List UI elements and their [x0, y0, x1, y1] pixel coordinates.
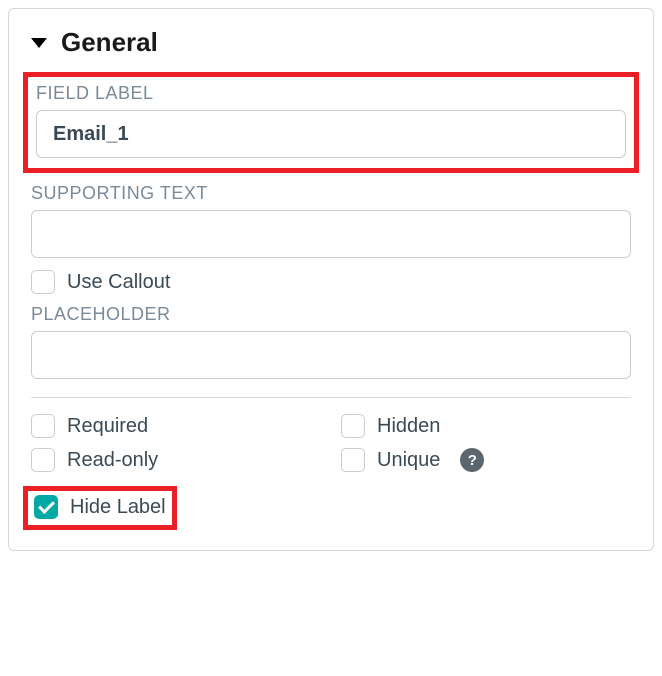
field-label-input[interactable] [36, 110, 626, 158]
use-callout-row: Use Callout [31, 270, 631, 294]
required-option: Required [31, 414, 321, 438]
field-label-highlight: FIELD LABEL [23, 72, 639, 173]
placeholder-group: PLACEHOLDER [31, 304, 631, 379]
hide-label-wrapper: Hide Label [31, 482, 631, 530]
hide-label-label: Hide Label [70, 496, 166, 519]
section-title: General [61, 27, 158, 58]
required-label: Required [67, 415, 148, 438]
divider [31, 397, 631, 398]
hidden-option: Hidden [341, 414, 631, 438]
hide-label-checkbox[interactable] [34, 495, 58, 519]
unique-checkbox[interactable] [341, 448, 365, 472]
options-grid: Required Hidden Read-only Unique ? Hide … [31, 414, 631, 530]
general-settings-panel: General FIELD LABEL SUPPORTING TEXT Use … [8, 8, 654, 551]
hide-label-option: Hide Label [34, 495, 166, 519]
field-label-caption: FIELD LABEL [36, 83, 626, 104]
help-icon[interactable]: ? [460, 448, 484, 472]
placeholder-caption: PLACEHOLDER [31, 304, 631, 325]
required-checkbox[interactable] [31, 414, 55, 438]
unique-label: Unique [377, 449, 440, 472]
readonly-option: Read-only [31, 448, 321, 472]
readonly-label: Read-only [67, 449, 158, 472]
readonly-checkbox[interactable] [31, 448, 55, 472]
hide-label-highlight: Hide Label [23, 486, 177, 530]
supporting-text-group: SUPPORTING TEXT [31, 183, 631, 258]
placeholder-input[interactable] [31, 331, 631, 379]
field-label-group: FIELD LABEL [36, 83, 626, 158]
hidden-checkbox[interactable] [341, 414, 365, 438]
hidden-label: Hidden [377, 415, 440, 438]
supporting-text-input[interactable] [31, 210, 631, 258]
use-callout-checkbox[interactable] [31, 270, 55, 294]
use-callout-label: Use Callout [67, 271, 170, 294]
unique-option: Unique ? [341, 448, 631, 472]
supporting-text-caption: SUPPORTING TEXT [31, 183, 631, 204]
collapse-arrow-icon [31, 38, 47, 48]
section-header[interactable]: General [31, 27, 631, 58]
